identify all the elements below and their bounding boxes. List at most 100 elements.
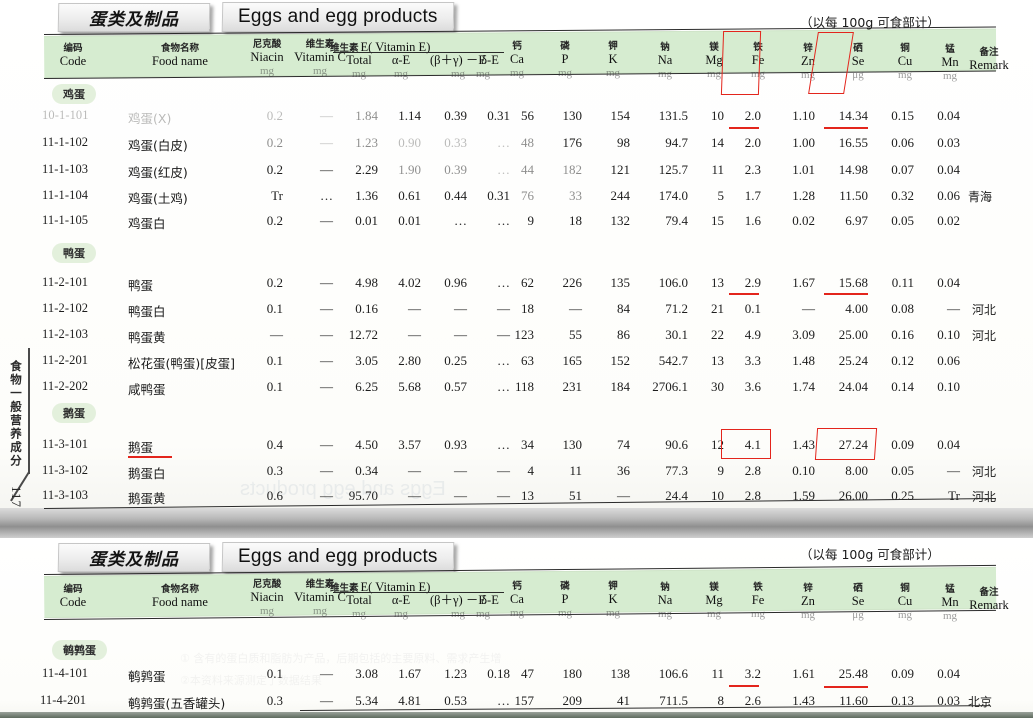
cell-food-name: 松花蛋(鸭蛋)[皮蛋]: [128, 356, 236, 371]
header-niacin-bottom: 尼克酸 Niacin mg: [241, 580, 293, 618]
cell-cu: 0.16: [891, 327, 914, 342]
header-cu-en-b: Cu: [897, 593, 913, 608]
annotation-underline-se-1: [824, 127, 868, 129]
cell-na: 174.0: [658, 188, 688, 203]
section-pill-chicken-egg: 鸡蛋: [52, 84, 96, 104]
cell-vitamin-c: —: [320, 162, 333, 177]
header-zn-cn-b: 锌: [803, 583, 813, 594]
cell-niacin: Tr: [271, 188, 283, 203]
header-ca-en-b: Ca: [510, 591, 524, 606]
table-row: 11-2-201 松花蛋(鸭蛋)[皮蛋] 0.1 — 3.05 2.80 0.2…: [0, 353, 1033, 381]
header-na: 钠 Na mg: [643, 43, 687, 81]
cell-remark: 青海: [968, 190, 993, 204]
cell-ve-total: 3.05: [355, 353, 378, 368]
header-k: 钾 K mg: [593, 42, 633, 80]
header-code-en-b: Code: [59, 594, 87, 609]
cell-vitamin-c: —: [320, 437, 333, 452]
header-ve-total-en: Total: [346, 53, 372, 67]
cell-p: 130: [562, 437, 583, 452]
cell-k: 244: [610, 188, 631, 203]
cell-na: 94.7: [665, 135, 688, 150]
cell-ca: 157: [514, 693, 535, 708]
cell-na: 106.0: [658, 275, 688, 290]
title-en-text-bottom: Eggs and egg products: [238, 546, 438, 567]
header-se-en-b: Se: [851, 593, 865, 608]
cell-zn: 0.10: [792, 463, 815, 478]
cell-ve-betagamma: —: [454, 463, 467, 478]
header-code: 编码 Code: [38, 44, 108, 68]
cell-k: 74: [617, 437, 630, 452]
header-p: 磷 P mg: [545, 42, 585, 80]
annotation-underline-fe-1: [729, 127, 759, 129]
header-mg-bottom: 镁 Mg mg: [694, 583, 734, 621]
title-cn-text-bottom: 蛋类及制品: [89, 549, 179, 570]
cell-p: 226: [562, 275, 583, 290]
cell-vitamin-c: —: [320, 327, 333, 342]
cell-na: 2706.1: [652, 379, 688, 394]
cell-ve-betagamma: 0.96: [444, 275, 467, 290]
table-row: 11-2-103 鸭蛋黄 — — 12.72 — — — 123 55 86 3…: [0, 327, 1033, 355]
cell-p: 176: [562, 135, 583, 150]
header-na-unit: mg: [657, 68, 673, 81]
table-row: 11-2-101 鸭蛋 0.2 — 4.98 4.02 0.96 … 62 22…: [0, 275, 1033, 303]
header-na-en-b: Na: [657, 592, 673, 607]
cell-ca: 63: [521, 353, 534, 368]
cell-mg: 21: [711, 301, 724, 316]
cell-p: —: [569, 301, 582, 316]
cell-fe: 3.6: [744, 379, 761, 394]
cell-remark: 北京: [968, 695, 993, 709]
header-na-unit-b: mg: [657, 608, 673, 621]
cell-zn: 1.61: [792, 666, 815, 681]
cell-ve-alpha: —: [408, 327, 421, 342]
cell-mg: 10: [711, 108, 724, 123]
cell-mn: 0.06: [937, 188, 960, 203]
cell-ve-betagamma: 0.57: [444, 379, 467, 394]
cell-cu: 0.05: [891, 213, 914, 228]
cell-mn: 0.03: [937, 135, 960, 150]
cell-mg: 11: [711, 666, 724, 681]
cell-mn: 0.04: [937, 108, 960, 123]
cell-zn: 1.00: [792, 135, 815, 150]
cell-ve-betagamma: —: [454, 327, 467, 342]
title-tab-cn: 蛋类及制品: [57, 2, 211, 32]
header-ca-en: Ca: [510, 51, 524, 66]
cell-niacin: 0.1: [266, 353, 283, 368]
table-row: 11-1-102 鸡蛋(白皮) 0.2 — 1.23 0.90 0.33 … 4…: [0, 135, 1033, 163]
cell-cu: 0.06: [891, 135, 914, 150]
cell-niacin: 0.2: [266, 162, 283, 177]
cell-vitamin-c: —: [320, 135, 333, 150]
header-ve-total: Total mg: [336, 53, 382, 81]
cell-k: 98: [617, 135, 630, 150]
annotation-underline-fe-3: [729, 685, 759, 687]
cell-mg: 5: [717, 188, 725, 203]
cell-zn: 1.43: [792, 437, 815, 452]
cell-mg: 13: [711, 275, 724, 290]
cell-se: 16.55: [838, 135, 868, 150]
header-food-name: 食物名称 Food name: [125, 44, 235, 68]
header-cu-unit: mg: [897, 69, 913, 82]
cell-na: 71.2: [665, 301, 688, 316]
cell-p: 182: [562, 162, 583, 177]
header-cu-bottom: 铜 Cu mg: [885, 584, 925, 622]
header-ca-unit: mg: [509, 67, 525, 80]
page-number: 117: [9, 486, 24, 509]
cell-code: 11-4-101: [42, 666, 89, 680]
header-p-bottom: 磷 P mg: [545, 582, 585, 620]
cell-code: 11-1-104: [42, 188, 89, 202]
header-ve-alpha: α-E mg: [381, 53, 421, 81]
header-na-en: Na: [657, 52, 673, 67]
header-p-en-b: P: [561, 591, 569, 606]
header-cu-cn-b: 铜: [900, 583, 910, 594]
cell-mn: 0.06: [937, 353, 960, 368]
cell-ve-alpha: —: [408, 463, 421, 478]
cell-vitamin-c: —: [320, 666, 333, 681]
cell-mn: 0.10: [937, 327, 960, 342]
per-100g-note-bottom: （以每 100g 可食部计）: [800, 547, 940, 562]
cell-ve-betagamma: 0.33: [444, 135, 467, 150]
cell-cu: 0.07: [891, 162, 914, 177]
cell-remark: 河北: [972, 329, 997, 343]
header-ca-unit-b: mg: [509, 607, 525, 620]
cell-zn: 1.48: [792, 353, 815, 368]
cell-fe: 1.7: [744, 188, 761, 203]
cell-ve-alpha: 5.68: [398, 379, 421, 394]
